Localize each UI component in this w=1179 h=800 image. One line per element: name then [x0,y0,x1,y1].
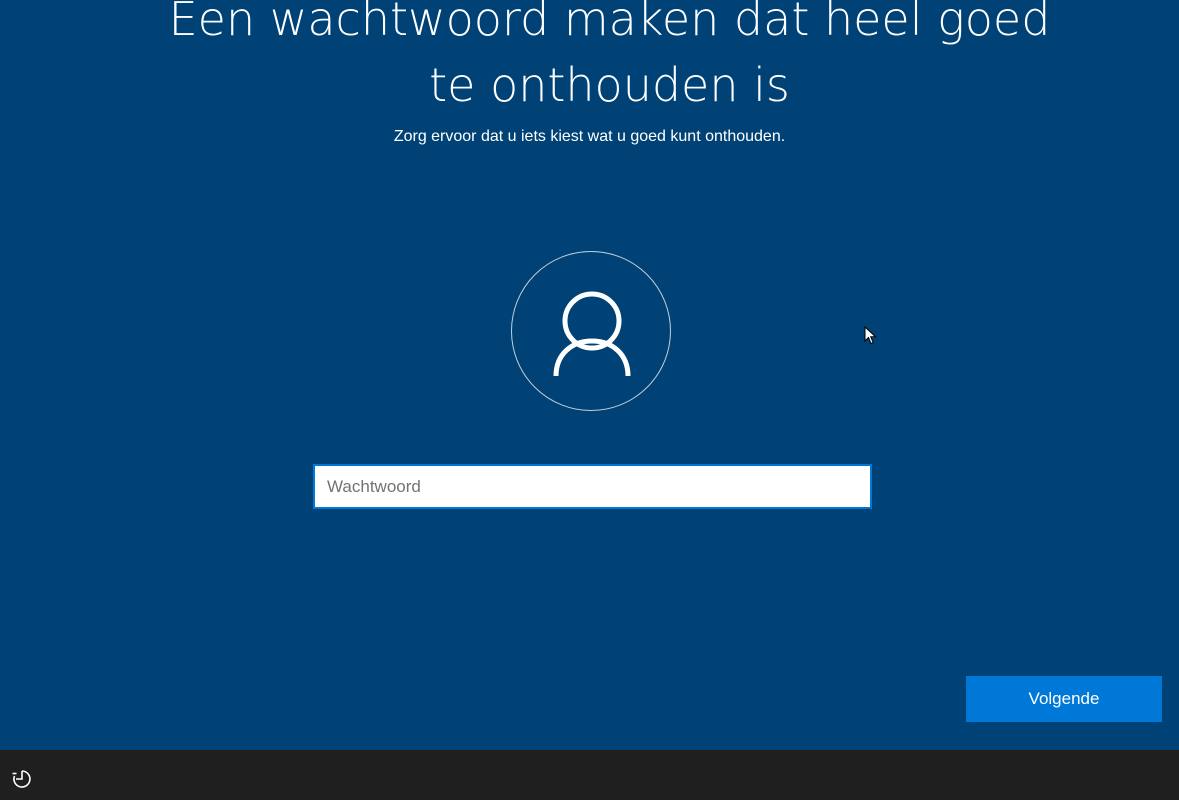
avatar [511,251,671,411]
accessibility-icon [12,770,31,788]
taskbar [0,750,1179,800]
password-field[interactable] [313,464,872,509]
next-button[interactable]: Volgende [966,676,1162,722]
setup-screen: Een wachtwoord maken dat heel goed te on… [0,0,1179,750]
mouse-pointer-icon [864,326,877,345]
page-title: Een wachtwoord maken dat heel goed te on… [168,0,1051,112]
accessibility-button[interactable] [10,767,34,791]
page-subtitle: Zorg ervoor dat u iets kiest wat u goed … [393,128,786,145]
user-icon [553,291,631,377]
